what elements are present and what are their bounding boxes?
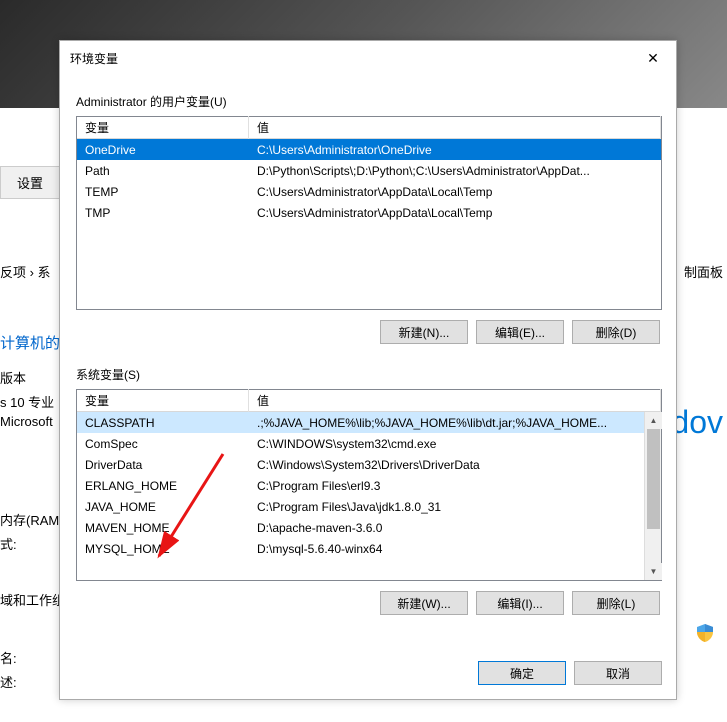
table-row[interactable]: TEMPC:\Users\Administrator\AppData\Local…: [77, 181, 661, 202]
table-row[interactable]: TMPC:\Users\Administrator\AppData\Local\…: [77, 202, 661, 223]
windows-logo-text: dov: [671, 404, 723, 441]
computer-info-text: 计算机的: [0, 332, 60, 353]
delete-user-button[interactable]: 删除(D): [572, 320, 660, 344]
scroll-thumb[interactable]: [647, 429, 660, 529]
user-button-row: 新建(N)... 编辑(E)... 删除(D): [74, 320, 660, 344]
var-name-cell: ERLANG_HOME: [77, 477, 249, 495]
edit-user-button[interactable]: 编辑(E)...: [476, 320, 564, 344]
var-value-cell: .;%JAVA_HOME%\lib;%JAVA_HOME%\lib\dt.jar…: [249, 414, 661, 432]
var-name-cell: OneDrive: [77, 141, 249, 159]
table-row[interactable]: CLASSPATH.;%JAVA_HOME%\lib;%JAVA_HOME%\l…: [77, 412, 661, 433]
table-row[interactable]: MYSQL_HOMED:\mysql-5.6.40-winx64: [77, 538, 661, 559]
scroll-up-icon[interactable]: ▲: [645, 412, 662, 429]
ram-label: 内存(RAM: [0, 510, 59, 529]
name-label: 名:: [0, 648, 17, 667]
edit-system-button[interactable]: 编辑(I)...: [476, 591, 564, 615]
shield-icon: [697, 624, 713, 642]
ok-button[interactable]: 确定: [478, 661, 566, 685]
col-header-var-sys[interactable]: 变量: [77, 389, 249, 412]
table-row[interactable]: DriverDataC:\Windows\System32\Drivers\Dr…: [77, 454, 661, 475]
table-row[interactable]: JAVA_HOMEC:\Program Files\Java\jdk1.8.0_…: [77, 496, 661, 517]
table-row[interactable]: ComSpecC:\WINDOWS\system32\cmd.exe: [77, 433, 661, 454]
var-value-cell: C:\Users\Administrator\AppData\Local\Tem…: [249, 204, 661, 222]
workgroup-label: 域和工作组: [0, 590, 65, 609]
table-row[interactable]: OneDriveC:\Users\Administrator\OneDrive: [77, 139, 661, 160]
user-vars-label: Administrator 的用户变量(U): [76, 93, 662, 110]
scroll-down-icon[interactable]: ▼: [645, 563, 662, 580]
system-list-header: 变量 值: [77, 390, 661, 412]
var-name-cell: ComSpec: [77, 435, 249, 453]
user-list-header: 变量 值: [77, 117, 661, 139]
background-tab: 设置: [0, 166, 60, 199]
var-value-cell: C:\Users\Administrator\OneDrive: [249, 141, 661, 159]
cancel-button[interactable]: 取消: [574, 661, 662, 685]
var-value-cell: C:\Windows\System32\Drivers\DriverData: [249, 456, 661, 474]
close-icon: ✕: [647, 50, 659, 67]
breadcrumb-text: 反项 › 系: [0, 262, 51, 281]
col-header-var[interactable]: 变量: [77, 116, 249, 139]
table-row[interactable]: MAVEN_HOMED:\apache-maven-3.6.0: [77, 517, 661, 538]
edition-text: s 10 专业: [0, 392, 54, 411]
var-name-cell: TMP: [77, 204, 249, 222]
col-header-val-sys[interactable]: 值: [249, 389, 661, 412]
var-name-cell: JAVA_HOME: [77, 498, 249, 516]
var-name-cell: MYSQL_HOME: [77, 540, 249, 558]
user-list-rows: OneDriveC:\Users\Administrator\OneDriveP…: [77, 139, 661, 309]
new-system-button[interactable]: 新建(W)...: [380, 591, 468, 615]
dialog-title: 环境变量: [70, 50, 118, 67]
var-name-cell: CLASSPATH: [77, 414, 249, 432]
var-value-cell: C:\Program Files\erl9.3: [249, 477, 661, 495]
var-value-cell: C:\Program Files\Java\jdk1.8.0_31: [249, 498, 661, 516]
version-label: 版本: [0, 368, 26, 387]
desc-label: 述:: [0, 672, 17, 691]
env-vars-dialog: 环境变量 ✕ Administrator 的用户变量(U) 变量 值 OneDr…: [59, 40, 677, 700]
table-row[interactable]: PathD:\Python\Scripts\;D:\Python\;C:\Use…: [77, 160, 661, 181]
system-list-rows: CLASSPATH.;%JAVA_HOME%\lib;%JAVA_HOME%\l…: [77, 412, 661, 580]
var-name-cell: MAVEN_HOME: [77, 519, 249, 537]
system-button-row: 新建(W)... 编辑(I)... 删除(L): [74, 591, 660, 615]
var-value-cell: C:\Users\Administrator\AppData\Local\Tem…: [249, 183, 661, 201]
close-button[interactable]: ✕: [630, 41, 676, 75]
control-panel-text: 制面板: [684, 262, 723, 281]
user-vars-list[interactable]: 变量 值 OneDriveC:\Users\Administrator\OneD…: [76, 116, 662, 310]
var-name-cell: Path: [77, 162, 249, 180]
var-value-cell: D:\apache-maven-3.6.0: [249, 519, 661, 537]
titlebar[interactable]: 环境变量 ✕: [60, 41, 676, 75]
system-vars-list[interactable]: 变量 值 CLASSPATH.;%JAVA_HOME%\lib;%JAVA_HO…: [76, 389, 662, 581]
var-name-cell: DriverData: [77, 456, 249, 474]
system-vars-label: 系统变量(S): [76, 366, 662, 383]
var-value-cell: C:\WINDOWS\system32\cmd.exe: [249, 435, 661, 453]
dialog-footer-buttons: 确定 取消: [478, 661, 662, 685]
scrollbar-vertical[interactable]: ▲ ▼: [644, 412, 661, 580]
new-user-button[interactable]: 新建(N)...: [380, 320, 468, 344]
microsoft-text: Microsoft: [0, 414, 53, 429]
col-header-val[interactable]: 值: [249, 116, 661, 139]
table-row[interactable]: ERLANG_HOMEC:\Program Files\erl9.3: [77, 475, 661, 496]
var-value-cell: D:\Python\Scripts\;D:\Python\;C:\Users\A…: [249, 162, 661, 180]
delete-system-button[interactable]: 删除(L): [572, 591, 660, 615]
var-name-cell: TEMP: [77, 183, 249, 201]
format-label: 式:: [0, 534, 17, 553]
var-value-cell: D:\mysql-5.6.40-winx64: [249, 540, 661, 558]
